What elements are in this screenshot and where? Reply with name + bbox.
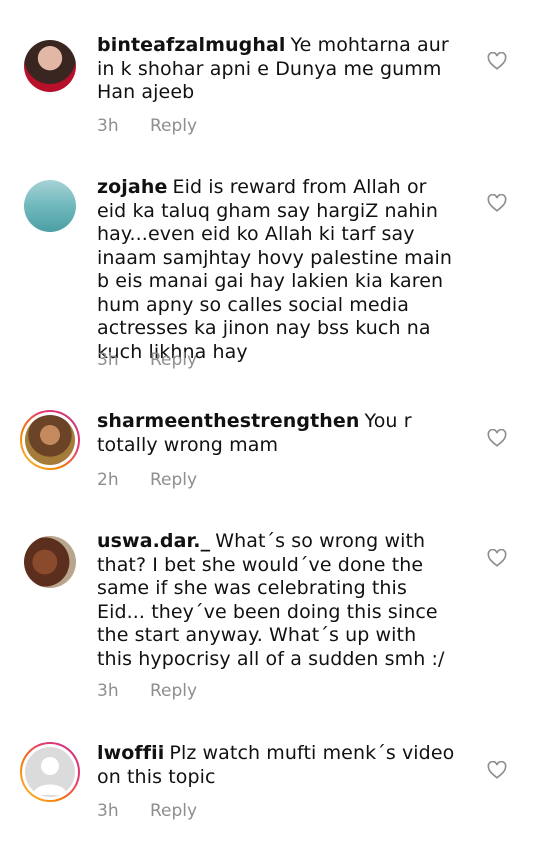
comment-meta: 3h Reply (97, 801, 197, 821)
comment-time: 2h (97, 470, 119, 490)
reply-button[interactable]: Reply (150, 350, 197, 370)
avatar[interactable] (20, 742, 80, 802)
comment-text: zojahe Eid is reward from Allah or eid ka… (97, 176, 457, 364)
comment-username[interactable]: binteafzalmughal (97, 34, 285, 56)
heart-outline-icon[interactable] (487, 52, 507, 70)
comment-meta: 2h Reply (97, 470, 197, 490)
comment-text: lwoffii Plz watch mufti menk´s video on t… (97, 742, 457, 789)
heart-outline-icon[interactable] (487, 429, 507, 447)
heart-outline-icon[interactable] (487, 549, 507, 567)
avatar[interactable] (20, 410, 80, 470)
comment-username[interactable]: lwoffii (97, 742, 164, 764)
reply-button[interactable]: Reply (150, 470, 197, 490)
comment-meta: 3h Reply (97, 681, 197, 701)
comment-meta: 3h Reply (97, 350, 197, 370)
comment-item: uswa.dar._ What´s so wrong with that? I b… (0, 520, 540, 720)
comment-username[interactable]: sharmeenthestrengthen (97, 410, 360, 432)
comment-time: 3h (97, 350, 119, 370)
comment-text: sharmeenthestrengthen You r totally wrong… (97, 410, 457, 457)
default-avatar-icon (25, 747, 75, 797)
comment-time: 3h (97, 116, 119, 136)
heart-outline-icon[interactable] (487, 194, 507, 212)
reply-button[interactable]: Reply (150, 801, 197, 821)
story-ring (20, 742, 80, 802)
reply-button[interactable]: Reply (150, 681, 197, 701)
comment-item: zojahe Eid is reward from Allah or eid ka… (0, 150, 540, 390)
heart-outline-icon[interactable] (487, 761, 507, 779)
comment-item: binteafzalmughal Ye mohtarna aur in k sho… (0, 0, 540, 150)
reply-button[interactable]: Reply (150, 116, 197, 136)
comment-item: sharmeenthestrengthen You r totally wrong… (0, 390, 540, 520)
comment-time: 3h (97, 681, 119, 701)
comment-meta: 3h Reply (97, 116, 197, 136)
comment-text: uswa.dar._ What´s so wrong with that? I b… (97, 530, 457, 671)
avatar[interactable] (20, 532, 80, 592)
comment-item: lwoffii Plz watch mufti menk´s video on t… (0, 720, 540, 844)
comment-text: binteafzalmughal Ye mohtarna aur in k sho… (97, 34, 457, 105)
comment-time: 3h (97, 801, 119, 821)
story-ring (20, 410, 80, 470)
comment-username[interactable]: uswa.dar._ (97, 530, 210, 552)
comment-username[interactable]: zojahe (97, 176, 167, 198)
avatar[interactable] (20, 176, 80, 236)
avatar[interactable] (20, 36, 80, 96)
comment-body: Eid is reward from Allah or eid ka taluq… (97, 176, 453, 363)
